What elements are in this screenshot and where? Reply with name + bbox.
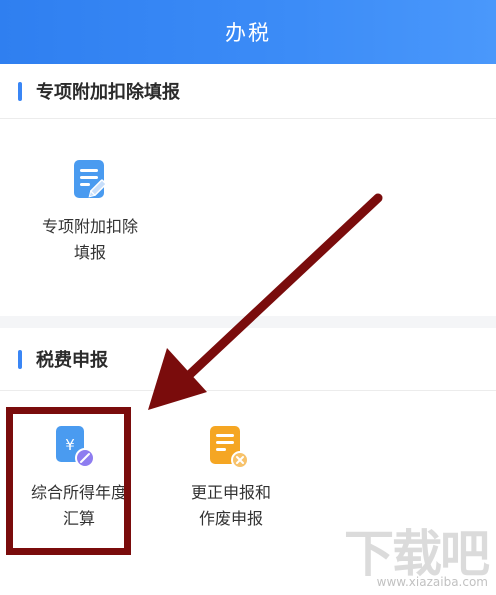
cancel-document-icon [206, 424, 256, 472]
tile-label: 更正申报和 作废申报 [156, 480, 306, 532]
section-accent-bar [18, 349, 22, 369]
watermark: 下载吧 www.xiazaiba.com [344, 525, 490, 589]
section-title: 税费申报 [36, 350, 108, 371]
section-title: 专项附加扣除填报 [36, 82, 180, 103]
tile-label: 专项附加扣除 填报 [15, 214, 165, 266]
tile-label-line2: 填报 [73, 243, 106, 262]
section-deduction: 专项附加扣除填报 专项附加扣除 填报 [0, 64, 496, 316]
annotation-highlight-box [6, 407, 131, 555]
tile-special-deduction[interactable]: 专项附加扣除 填报 [35, 158, 145, 266]
edit-form-icon [68, 158, 112, 204]
app-header: 办税 [0, 0, 496, 64]
tile-label-line1: 更正申报和 [190, 483, 271, 502]
tile-correct-void-filing[interactable]: 更正申报和 作废申报 [176, 424, 286, 532]
tile-label-line2: 作废申报 [198, 509, 263, 528]
watermark-logo: 下载吧 [344, 525, 490, 583]
section-header: 专项附加扣除填报 [0, 64, 496, 119]
page-title: 办税 [225, 21, 271, 45]
section-accent-bar [18, 81, 22, 101]
tile-label-line1: 专项附加扣除 [41, 217, 138, 236]
section-header: 税费申报 [0, 328, 496, 391]
